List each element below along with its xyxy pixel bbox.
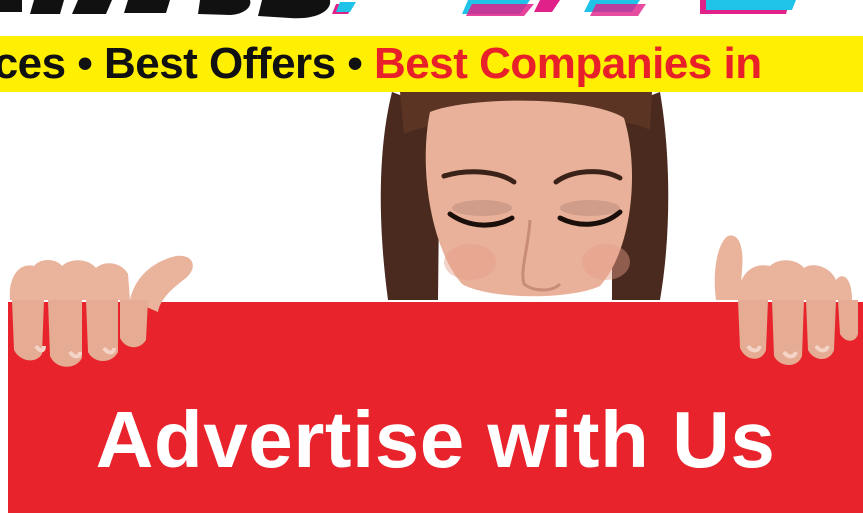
tagline-dark-part: vices • Best Offers • — [0, 39, 363, 88]
advertise-label[interactable]: Advertise with Us — [8, 394, 863, 486]
advertise-banner[interactable]: vices • Best Offers • Best Companies in — [0, 0, 863, 513]
logo-mark — [0, 0, 863, 36]
advertise-sign[interactable]: Advertise with Us — [8, 302, 863, 513]
tagline-bar: vices • Best Offers • Best Companies in — [0, 36, 863, 92]
tagline-red-part: Best Companies in — [374, 39, 762, 88]
tagline: vices • Best Offers • Best Companies in — [0, 38, 762, 90]
